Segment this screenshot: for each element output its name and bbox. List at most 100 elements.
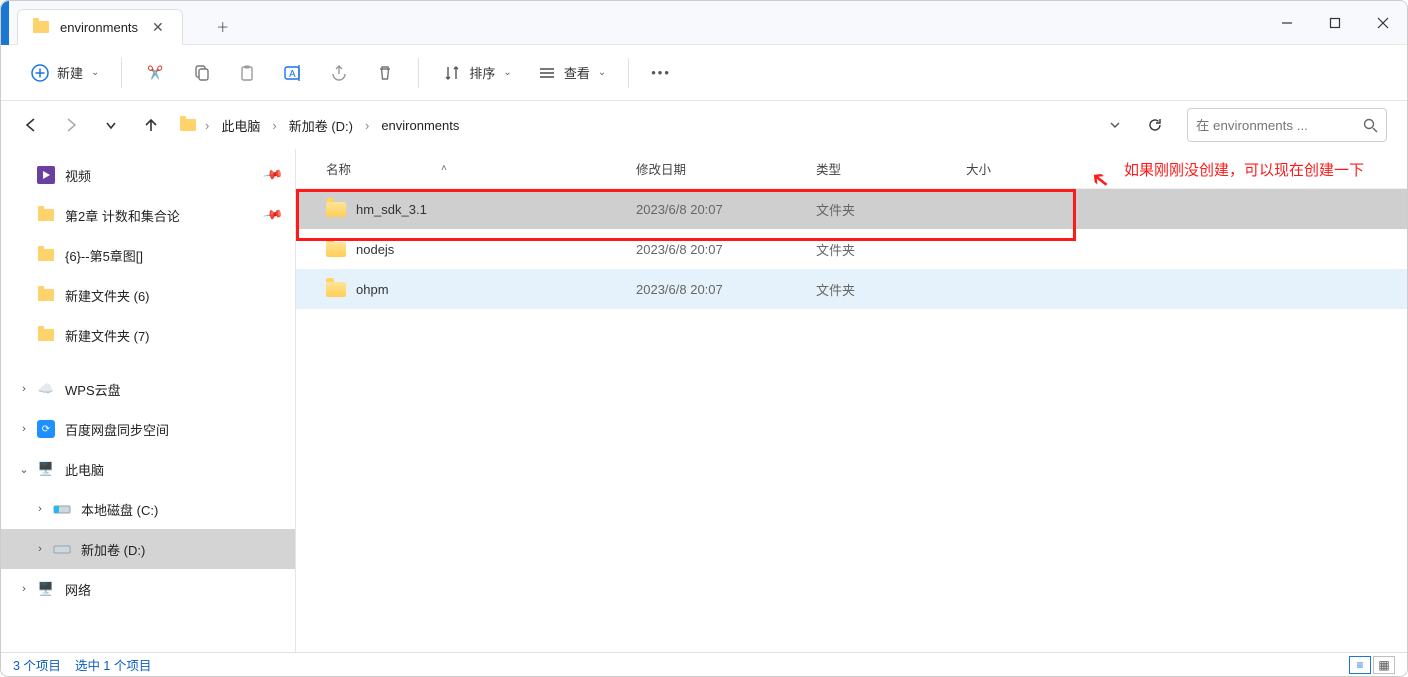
- thumbnails-view-button[interactable]: ▦: [1373, 656, 1395, 674]
- new-button[interactable]: 新建 ⌄: [19, 55, 109, 91]
- search-input[interactable]: [1196, 118, 1357, 133]
- address-dropdown[interactable]: [1097, 107, 1133, 143]
- col-type[interactable]: 类型: [816, 159, 966, 178]
- sidebar-item-videos[interactable]: 视频 📌: [1, 155, 295, 195]
- ellipsis-icon: •••: [651, 65, 671, 80]
- divider: [628, 58, 629, 88]
- tab-title: environments: [60, 20, 138, 35]
- drive-icon: [53, 540, 71, 558]
- copy-icon: [190, 62, 212, 84]
- clipboard-icon: [236, 62, 258, 84]
- sidebar-item-drive-c[interactable]: › 本地磁盘 (C:): [1, 489, 295, 529]
- search-icon[interactable]: [1363, 118, 1378, 133]
- sort-button[interactable]: 排序 ⌄: [431, 55, 521, 91]
- folder-icon: [326, 242, 346, 257]
- folder-icon: [179, 116, 197, 134]
- address-bar[interactable]: › 此电脑 › 新加卷 (D:) › environments: [173, 107, 1089, 143]
- minimize-button[interactable]: [1263, 1, 1311, 45]
- tab-environments[interactable]: environments ✕: [17, 9, 183, 45]
- breadcrumb-item[interactable]: environments: [377, 114, 463, 137]
- recent-button[interactable]: [93, 107, 129, 143]
- sidebar-item-network[interactable]: › 🖥️ 网络: [1, 569, 295, 609]
- sidebar-label: 网络: [65, 580, 91, 599]
- sidebar-item-folder[interactable]: 第2章 计数和集合论 📌: [1, 195, 295, 235]
- new-tab-button[interactable]: ＋: [205, 9, 241, 45]
- col-size[interactable]: 大小: [966, 159, 1066, 178]
- rename-icon: A: [282, 62, 304, 84]
- cloud-icon: ☁️: [37, 380, 55, 398]
- breadcrumb-item[interactable]: 此电脑: [217, 112, 264, 139]
- forward-button[interactable]: [53, 107, 89, 143]
- folder-icon: [37, 206, 55, 224]
- cut-button[interactable]: ✂️: [134, 55, 176, 91]
- chevron-right-icon[interactable]: ›: [17, 383, 31, 395]
- close-tab-icon[interactable]: ✕: [148, 17, 168, 38]
- col-label: 名称: [326, 159, 351, 178]
- breadcrumb-item[interactable]: 新加卷 (D:): [285, 112, 357, 139]
- sort-label: 排序: [469, 63, 495, 82]
- view-toggle: ≡ ▦: [1349, 656, 1395, 674]
- col-label: 类型: [816, 163, 841, 177]
- share-button[interactable]: [318, 55, 360, 91]
- chevron-down-icon: ⌄: [91, 67, 99, 78]
- divider: [418, 58, 419, 88]
- file-name: nodejs: [356, 242, 394, 257]
- delete-button[interactable]: [364, 55, 406, 91]
- pin-icon: 📌: [262, 204, 284, 226]
- sidebar-item-folder[interactable]: 新建文件夹 (7): [1, 315, 295, 355]
- sidebar-label: 新建文件夹 (7): [65, 326, 150, 345]
- col-name[interactable]: 名称 ˄: [326, 159, 636, 178]
- col-date[interactable]: 修改日期: [636, 159, 816, 178]
- file-type: 文件夹: [816, 240, 966, 259]
- sidebar-item-folder[interactable]: {6}--第5章图[]: [1, 235, 295, 275]
- chevron-right-icon[interactable]: ›: [33, 543, 47, 555]
- chevron-right-icon[interactable]: ›: [33, 503, 47, 515]
- folder-icon: [37, 326, 55, 344]
- chevron-right-icon[interactable]: ›: [17, 583, 31, 595]
- sidebar-item-wps[interactable]: › ☁️ WPS云盘: [1, 369, 295, 409]
- file-row[interactable]: ohpm 2023/6/8 20:07 文件夹: [296, 269, 1407, 309]
- up-button[interactable]: [133, 107, 169, 143]
- view-label: 查看: [564, 63, 590, 82]
- more-button[interactable]: •••: [641, 55, 681, 91]
- sort-indicator-icon: ˄: [441, 163, 447, 174]
- close-window-button[interactable]: [1359, 1, 1407, 45]
- sidebar-label: 本地磁盘 (C:): [81, 500, 158, 519]
- chevron-right-icon[interactable]: ›: [17, 423, 31, 435]
- folder-icon: [37, 246, 55, 264]
- statusbar: 3 个项目 选中 1 个项目 ≡ ▦: [1, 652, 1407, 676]
- chevron-right-icon: ›: [363, 118, 371, 133]
- file-date: 2023/6/8 20:07: [636, 242, 816, 257]
- col-label: 大小: [966, 163, 991, 177]
- back-button[interactable]: [13, 107, 49, 143]
- monitor-icon: 🖥️: [37, 460, 55, 478]
- chevron-right-icon: ›: [203, 118, 211, 133]
- search-box[interactable]: [1187, 108, 1387, 142]
- paste-button[interactable]: [226, 55, 268, 91]
- col-label: 修改日期: [636, 163, 686, 177]
- video-icon: [37, 166, 55, 184]
- scissors-icon: ✂️: [144, 62, 166, 84]
- chevron-right-icon: ›: [270, 118, 278, 133]
- window-accent: [1, 1, 9, 45]
- chevron-down-icon: ⌄: [503, 67, 511, 78]
- folder-icon: [326, 282, 346, 297]
- titlebar: environments ✕ ＋: [1, 1, 1407, 45]
- sidebar-label: 新建文件夹 (6): [65, 286, 150, 305]
- folder-icon: [32, 18, 50, 36]
- file-date: 2023/6/8 20:07: [636, 282, 816, 297]
- address-actions: [1097, 107, 1173, 143]
- sidebar-item-drive-d[interactable]: › 新加卷 (D:): [1, 529, 295, 569]
- rename-button[interactable]: A: [272, 55, 314, 91]
- sidebar-item-folder[interactable]: 新建文件夹 (6): [1, 275, 295, 315]
- toolbar: 新建 ⌄ ✂️ A 排序 ⌄ 查看 ⌄ •••: [1, 45, 1407, 101]
- details-view-button[interactable]: ≡: [1349, 656, 1371, 674]
- refresh-button[interactable]: [1137, 107, 1173, 143]
- chevron-down-icon[interactable]: ⌄: [17, 463, 31, 476]
- copy-button[interactable]: [180, 55, 222, 91]
- crumb-label: 此电脑: [221, 116, 260, 135]
- view-button[interactable]: 查看 ⌄: [526, 55, 616, 91]
- sidebar-item-thispc[interactable]: ⌄ 🖥️ 此电脑: [1, 449, 295, 489]
- sidebar-item-baidu[interactable]: › ⟳ 百度网盘同步空间: [1, 409, 295, 449]
- maximize-button[interactable]: [1311, 1, 1359, 45]
